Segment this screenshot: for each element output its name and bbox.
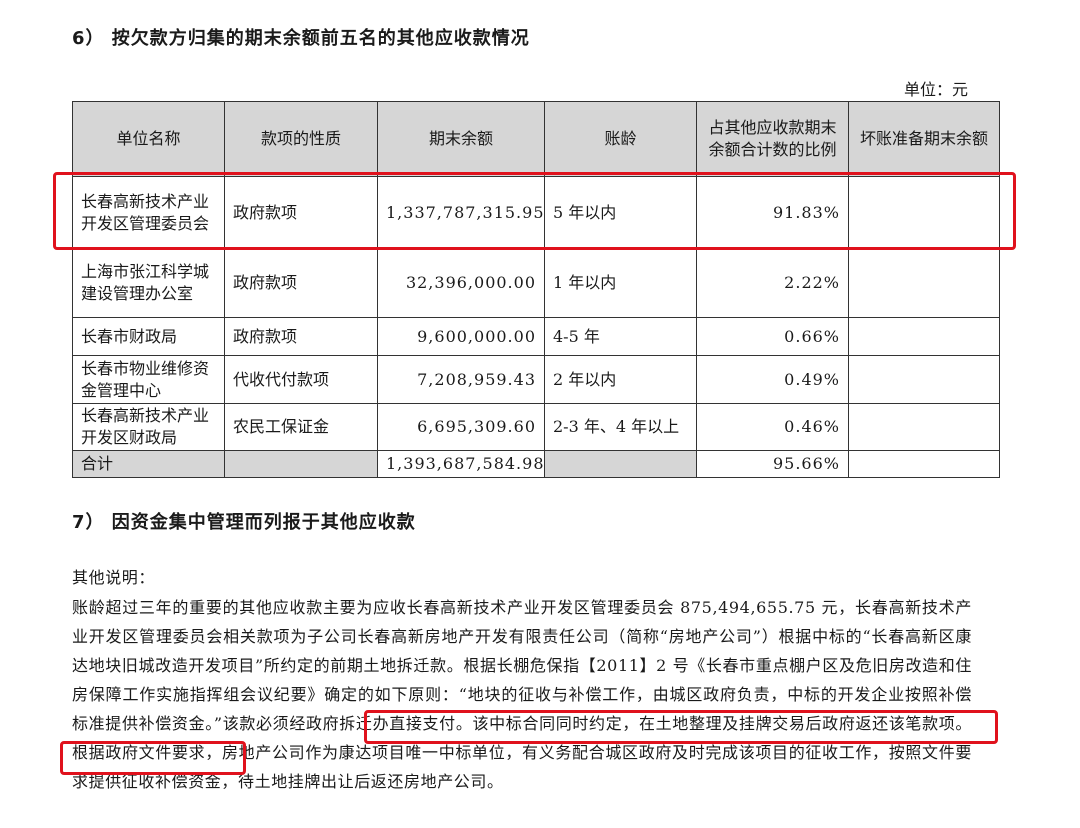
cell-ratio: 0.49% [696, 355, 849, 404]
table-row: 长春市财政局 政府款项 9,600,000.00 4-5 年 0.66% [72, 317, 1000, 356]
header-ratio: 占其他应收款期末余额合计数的比例 [696, 101, 849, 177]
cell-aging: 2 年以内 [544, 355, 697, 404]
cell-ratio: 0.66% [696, 317, 849, 356]
section-7-heading: 7） 因资金集中管理而列报于其他应收款 [72, 512, 416, 533]
header-ending-balance: 期末余额 [377, 101, 545, 177]
cell-entity: 长春市物业维修资金管理中心 [72, 355, 225, 404]
total-aging-empty [544, 450, 697, 478]
table-header-row: 单位名称 款项的性质 期末余额 账龄 占其他应收款期末余额合计数的比例 坏账准备… [72, 101, 1000, 177]
cell-aging: 1 年以内 [544, 248, 697, 318]
header-nature: 款项的性质 [224, 101, 378, 177]
notes-text-before: 账龄超过三年的重要的其他应收款主要为应收长春高新技术产业开发区管理委员会 875… [72, 598, 972, 733]
cell-nature: 政府款项 [224, 317, 378, 356]
cell-nature: 代收代付款项 [224, 355, 378, 404]
total-nature-empty [224, 450, 378, 478]
cell-provision [848, 355, 1000, 404]
table-row: 长春高新技术产业开发区管理委员会 政府款项 1,337,787,315.95 5… [72, 176, 1000, 249]
table-total-row: 合计 1,393,687,584.98 95.66% [72, 450, 1000, 478]
header-aging: 账龄 [544, 101, 697, 177]
total-amount: 1,393,687,584.98 [377, 450, 545, 478]
total-label: 合计 [72, 450, 225, 478]
cell-aging: 5 年以内 [544, 176, 697, 249]
table-row: 上海市张江科学城建设管理办公室 政府款项 32,396,000.00 1 年以内… [72, 248, 1000, 318]
notes-text-after: 根据政府文件要求，房地产公司作为康达项目唯一中标单位，有义务配合城区政府及时完成… [72, 743, 972, 791]
cell-balance: 6,695,309.60 [377, 403, 545, 451]
notes-paragraph: 账龄超过三年的重要的其他应收款主要为应收长春高新技术产业开发区管理委员会 875… [72, 593, 972, 796]
table-row: 长春市物业维修资金管理中心 代收代付款项 7,208,959.43 2 年以内 … [72, 355, 1000, 404]
cell-balance: 9,600,000.00 [377, 317, 545, 356]
cell-entity: 长春高新技术产业开发区财政局 [72, 403, 225, 451]
cell-aging: 2-3 年、4 年以上 [544, 403, 697, 451]
cell-nature: 农民工保证金 [224, 403, 378, 451]
header-entity-name: 单位名称 [72, 101, 225, 177]
cell-provision [848, 317, 1000, 356]
unit-label: 单位：元 [903, 80, 968, 99]
table-row: 长春高新技术产业开发区财政局 农民工保证金 6,695,309.60 2-3 年… [72, 403, 1000, 451]
notes-highlighted-text: 该款必须经政府拆迁办直接支付。该中标合同同时约定，在土地整理及挂牌交易后政府返还… [222, 714, 972, 733]
cell-entity: 上海市张江科学城建设管理办公室 [72, 248, 225, 318]
cell-balance: 32,396,000.00 [377, 248, 545, 318]
cell-entity: 长春市财政局 [72, 317, 225, 356]
notes-label: 其他说明： [72, 568, 156, 587]
cell-entity: 长春高新技术产业开发区管理委员会 [72, 176, 225, 249]
cell-provision [848, 176, 1000, 249]
section-6-heading: 6） 按欠款方归集的期末余额前五名的其他应收款情况 [72, 28, 530, 49]
cell-ratio: 91.83% [696, 176, 849, 249]
total-provision-empty [848, 450, 1000, 478]
cell-provision [848, 403, 1000, 451]
cell-ratio: 0.46% [696, 403, 849, 451]
cell-nature: 政府款项 [224, 176, 378, 249]
cell-ratio: 2.22% [696, 248, 849, 318]
cell-balance: 7,208,959.43 [377, 355, 545, 404]
total-ratio: 95.66% [696, 450, 849, 478]
top-five-receivables-table: 单位名称 款项的性质 期末余额 账龄 占其他应收款期末余额合计数的比例 坏账准备… [72, 101, 1000, 478]
header-bad-debt-provision: 坏账准备期末余额 [848, 101, 1000, 177]
cell-nature: 政府款项 [224, 248, 378, 318]
cell-balance: 1,337,787,315.95 [377, 176, 545, 249]
cell-provision [848, 248, 1000, 318]
cell-aging: 4-5 年 [544, 317, 697, 356]
